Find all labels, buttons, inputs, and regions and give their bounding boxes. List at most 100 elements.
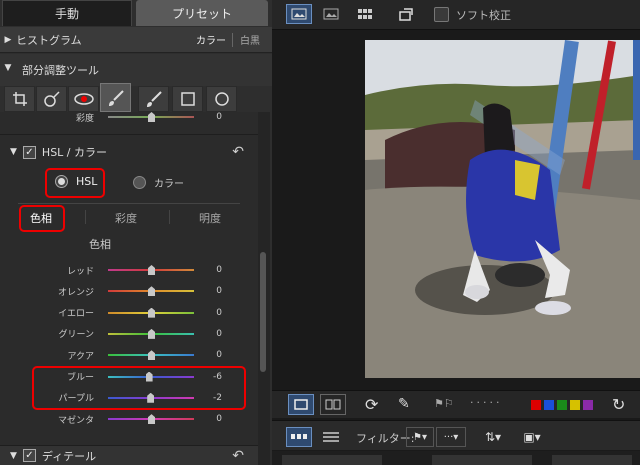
chevron-down-icon: ▼ bbox=[10, 450, 17, 461]
filter-rating-dropdown[interactable]: ···▾ bbox=[436, 427, 466, 447]
hue-section-title: 色相 bbox=[89, 238, 111, 251]
main-view: ソフト校正 ⟳ ✎ ⚑⚐ ····· ↻ フィルター: ⚑▾ ···▾ ⇅▾ ▣… bbox=[272, 0, 640, 465]
slider-thumb[interactable] bbox=[148, 307, 155, 318]
slider-label: イエロー bbox=[58, 309, 94, 320]
color-label-swatch[interactable] bbox=[570, 400, 580, 410]
filmstrip-toolbar: フィルター: ⚑▾ ···▾ ⇅▾ ▣▾ bbox=[272, 420, 640, 450]
slider-thumb[interactable] bbox=[148, 265, 155, 275]
tab-manual[interactable]: 手動 bbox=[2, 0, 132, 26]
slider-value: 0 bbox=[216, 328, 222, 339]
divider bbox=[169, 210, 170, 224]
filter-flag-dropdown[interactable]: ⚑▾ bbox=[406, 427, 434, 447]
hue-slider-row: アクア 0 bbox=[0, 344, 240, 366]
histogram-header[interactable]: ▶ ヒストグラム カラー 白黒 bbox=[0, 27, 272, 53]
radio-unselected-icon bbox=[133, 176, 146, 189]
tab-hue[interactable]: 色相 bbox=[30, 210, 52, 226]
collapse-down-icon: ▼ bbox=[4, 63, 12, 73]
filmstrip[interactable] bbox=[272, 451, 640, 465]
detail-title: ディテール bbox=[41, 449, 97, 463]
view-grid-button[interactable] bbox=[352, 4, 378, 24]
brush-icon bbox=[108, 89, 124, 106]
refresh-icon[interactable]: ↻ bbox=[612, 395, 625, 414]
flag-icon[interactable]: ⚑⚐ bbox=[434, 397, 454, 410]
hue-slider-row: イエロー 0 bbox=[0, 302, 240, 324]
soft-proof-label: ソフト校正 bbox=[456, 9, 511, 22]
scrollbar[interactable] bbox=[258, 112, 270, 465]
reset-icon[interactable]: ↶ bbox=[232, 144, 244, 160]
stack-dropdown[interactable]: ▣▾ bbox=[518, 427, 546, 447]
split-view-button[interactable] bbox=[320, 394, 346, 415]
sort-dropdown[interactable]: ⇅▾ bbox=[478, 427, 508, 447]
hue-slider-row: レッド 0 bbox=[0, 259, 240, 281]
slider-thumb[interactable] bbox=[148, 328, 155, 339]
scrollbar-thumb[interactable] bbox=[260, 252, 266, 372]
eyedropper-icon[interactable]: ✎ bbox=[398, 396, 410, 412]
hue-slider[interactable] bbox=[108, 286, 194, 297]
slider-thumb[interactable] bbox=[148, 350, 155, 361]
hsl-header[interactable]: ▼ ✓ HSL / カラー ↶ bbox=[0, 140, 258, 164]
tab-saturation[interactable]: 彩度 bbox=[115, 210, 137, 226]
hue-slider[interactable] bbox=[108, 307, 194, 318]
hsl-radio[interactable]: HSL bbox=[55, 175, 97, 188]
slider-value: 0 bbox=[216, 112, 222, 122]
tab-lightness[interactable]: 明度 bbox=[199, 210, 221, 226]
adjust-panel: 手動 プリセット ▶ ヒストグラム カラー 白黒 ▼ 部分調整ツール 彩度 0 … bbox=[0, 0, 272, 465]
hsl-enable-checkbox[interactable]: ✓ bbox=[22, 145, 36, 159]
color-label-swatch[interactable] bbox=[544, 400, 554, 410]
divider bbox=[85, 210, 86, 224]
healing-icon bbox=[43, 91, 60, 107]
reset-icon[interactable]: ↶ bbox=[232, 448, 244, 464]
top-toolbar: ソフト校正 bbox=[272, 0, 640, 30]
hue-slider[interactable] bbox=[108, 350, 194, 361]
slider-value: 0 bbox=[216, 414, 222, 425]
preview-image[interactable] bbox=[365, 40, 640, 378]
view-compare-button[interactable] bbox=[318, 4, 344, 24]
slider-thumb[interactable] bbox=[148, 414, 155, 425]
rotate-icon[interactable]: ⟳ bbox=[365, 395, 378, 414]
histogram-color-toggle[interactable]: カラー bbox=[196, 32, 226, 47]
photo-illustration bbox=[365, 40, 640, 378]
single-view-icon bbox=[294, 399, 308, 410]
divider bbox=[232, 33, 233, 47]
color-labels[interactable] bbox=[531, 400, 593, 410]
list-view-button[interactable] bbox=[318, 427, 344, 447]
color-label-swatch[interactable] bbox=[583, 400, 593, 410]
single-view-button[interactable] bbox=[288, 394, 314, 415]
slider-label: レッド bbox=[66, 266, 94, 277]
eye-icon bbox=[73, 93, 94, 105]
rotate-icon bbox=[399, 8, 413, 21]
slider-label: オレンジ bbox=[57, 287, 94, 298]
image-icon bbox=[323, 8, 339, 20]
slider-value: 0 bbox=[216, 350, 222, 361]
thumbnails-icon bbox=[291, 434, 307, 439]
histogram-bw-toggle[interactable]: 白黒 bbox=[240, 32, 260, 47]
soft-proof-checkbox[interactable] bbox=[434, 7, 449, 22]
view-single-button[interactable] bbox=[286, 4, 312, 24]
hue-slider[interactable] bbox=[108, 328, 194, 339]
tab-preset[interactable]: プリセット bbox=[136, 0, 268, 26]
saturation-slider[interactable] bbox=[108, 112, 194, 122]
flag-filter-icon: ⚑▾ bbox=[413, 431, 427, 443]
slider-value: 0 bbox=[216, 265, 222, 275]
slider-label: 彩度 bbox=[75, 113, 94, 124]
rating-dots[interactable]: ····· bbox=[470, 396, 502, 409]
hue-slider[interactable] bbox=[108, 265, 194, 275]
slider-value: 0 bbox=[216, 286, 222, 297]
detail-header[interactable]: ▼ ✓ ディテール ↶ bbox=[0, 445, 258, 465]
color-radio-label: カラー bbox=[154, 179, 184, 190]
slider-thumb[interactable] bbox=[148, 286, 155, 297]
detail-enable-checkbox[interactable]: ✓ bbox=[22, 449, 36, 462]
color-label-swatch[interactable] bbox=[557, 400, 567, 410]
sort-icon: ⇅▾ bbox=[484, 430, 502, 444]
hue-slider-row: マゼンタ 0 bbox=[0, 408, 240, 430]
color-radio[interactable]: カラー bbox=[133, 175, 184, 190]
color-label-swatch[interactable] bbox=[531, 400, 541, 410]
slider-value: 0 bbox=[216, 307, 222, 318]
hue-slider[interactable] bbox=[108, 414, 194, 425]
thumbnail-view-button[interactable] bbox=[286, 427, 312, 447]
rating-filter-icon: ···▾ bbox=[443, 431, 459, 443]
list-icon bbox=[323, 432, 339, 442]
stack-icon: ▣▾ bbox=[523, 430, 541, 444]
local-tools-header[interactable]: ▼ 部分調整ツール bbox=[0, 54, 272, 86]
rotate-view-button[interactable] bbox=[394, 4, 420, 24]
